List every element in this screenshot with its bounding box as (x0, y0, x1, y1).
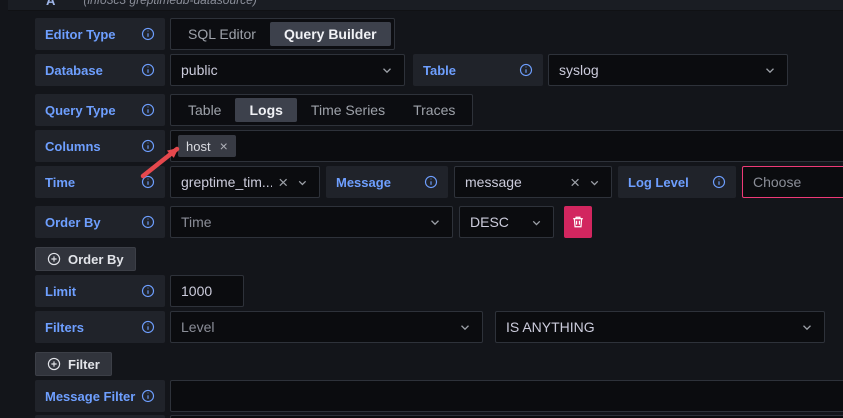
columns-label: Columns (35, 130, 165, 162)
row-limit: Limit (35, 275, 843, 307)
row-time-message-loglevel: Time greptime_tim... × Message message ×… (35, 166, 843, 198)
info-icon (141, 63, 155, 77)
chevron-down-icon (458, 320, 472, 334)
database-label: Database (35, 54, 165, 86)
row-columns: Columns host × (35, 130, 843, 162)
radio-query-builder[interactable]: Query Builder (270, 22, 391, 46)
chevron-down-icon (763, 63, 777, 77)
add-filter-row: Filter (35, 352, 843, 376)
info-icon (141, 320, 155, 334)
radio-time-series[interactable]: Time Series (297, 98, 399, 122)
message-label: Message (326, 166, 448, 198)
log-level-label: Log Level (618, 166, 736, 198)
limit-input[interactable] (170, 275, 244, 307)
query-type-label: Query Type (35, 94, 165, 126)
info-icon (141, 27, 155, 41)
info-icon (141, 175, 155, 189)
time-column-select[interactable]: greptime_tim... × (170, 166, 320, 198)
order-direction-select[interactable]: DESC (459, 206, 554, 238)
columns-multiselect[interactable]: host × (170, 130, 843, 162)
order-by-field-select[interactable]: Time (170, 206, 453, 238)
filters-label: Filters (35, 311, 165, 343)
row-database-table: Database public Table syslog (35, 54, 843, 86)
info-icon (141, 215, 155, 229)
info-icon (141, 389, 155, 403)
add-order-by-row: Order By (35, 247, 843, 271)
row-filters: Filters Level IS ANYTHING (35, 311, 843, 343)
filter-operator-select[interactable]: IS ANYTHING (495, 311, 825, 343)
editor-type-label: Editor Type (35, 18, 165, 50)
limit-label: Limit (35, 275, 165, 307)
info-icon (424, 175, 438, 189)
datasource-note: (info3c3 greptimedb-datasource) (83, 0, 256, 7)
row-message-filter: Message Filter (35, 380, 843, 412)
circle-plus-icon (47, 357, 61, 371)
trash-icon (571, 215, 585, 229)
chevron-down-icon (588, 176, 601, 189)
add-filter-button[interactable]: Filter (35, 352, 112, 376)
filter-column-select[interactable]: Level (170, 311, 483, 343)
clear-icon[interactable]: × (570, 174, 580, 191)
row-order-by: Order By Time DESC (35, 206, 843, 238)
message-filter-input[interactable] (170, 380, 843, 412)
circle-plus-icon (47, 252, 61, 266)
info-icon (519, 63, 533, 77)
chevron-down-icon (296, 176, 309, 189)
database-select[interactable]: public (170, 54, 405, 86)
add-order-by-button[interactable]: Order By (35, 247, 136, 271)
chip-remove-icon[interactable]: × (220, 139, 228, 153)
query-ref-id: A (46, 0, 55, 8)
info-icon (712, 175, 726, 189)
log-level-select[interactable]: Choose (742, 166, 843, 198)
grafana-query-editor: A (info3c3 greptimedb-datasource) Editor… (0, 0, 843, 418)
editor-type-toggle: SQL Editor Query Builder (170, 18, 395, 50)
message-filter-label: Message Filter (35, 380, 165, 412)
query-type-toggle: Table Logs Time Series Traces (170, 94, 473, 126)
radio-traces[interactable]: Traces (399, 98, 469, 122)
row-query-type: Query Type Table Logs Time Series Traces (35, 94, 843, 126)
radio-logs[interactable]: Logs (235, 98, 296, 122)
column-chip-host[interactable]: host × (178, 135, 236, 157)
chevron-down-icon (800, 320, 814, 334)
delete-order-by-button[interactable] (564, 206, 592, 238)
info-icon (141, 139, 155, 153)
order-by-label: Order By (35, 206, 165, 238)
radio-table[interactable]: Table (174, 98, 235, 122)
chevron-down-icon (530, 216, 543, 229)
radio-sql-editor[interactable]: SQL Editor (174, 22, 270, 46)
table-label: Table (413, 54, 543, 86)
info-icon (141, 103, 155, 117)
clear-icon[interactable]: × (278, 174, 288, 191)
chevron-down-icon (428, 215, 442, 229)
info-icon (141, 284, 155, 298)
row-editor-type: Editor Type SQL Editor Query Builder (35, 18, 843, 50)
table-select[interactable]: syslog (548, 54, 788, 86)
chevron-down-icon (380, 63, 394, 77)
time-label: Time (35, 166, 165, 198)
query-header: A (info3c3 greptimedb-datasource) (8, 0, 843, 11)
message-column-select[interactable]: message × (454, 166, 612, 198)
